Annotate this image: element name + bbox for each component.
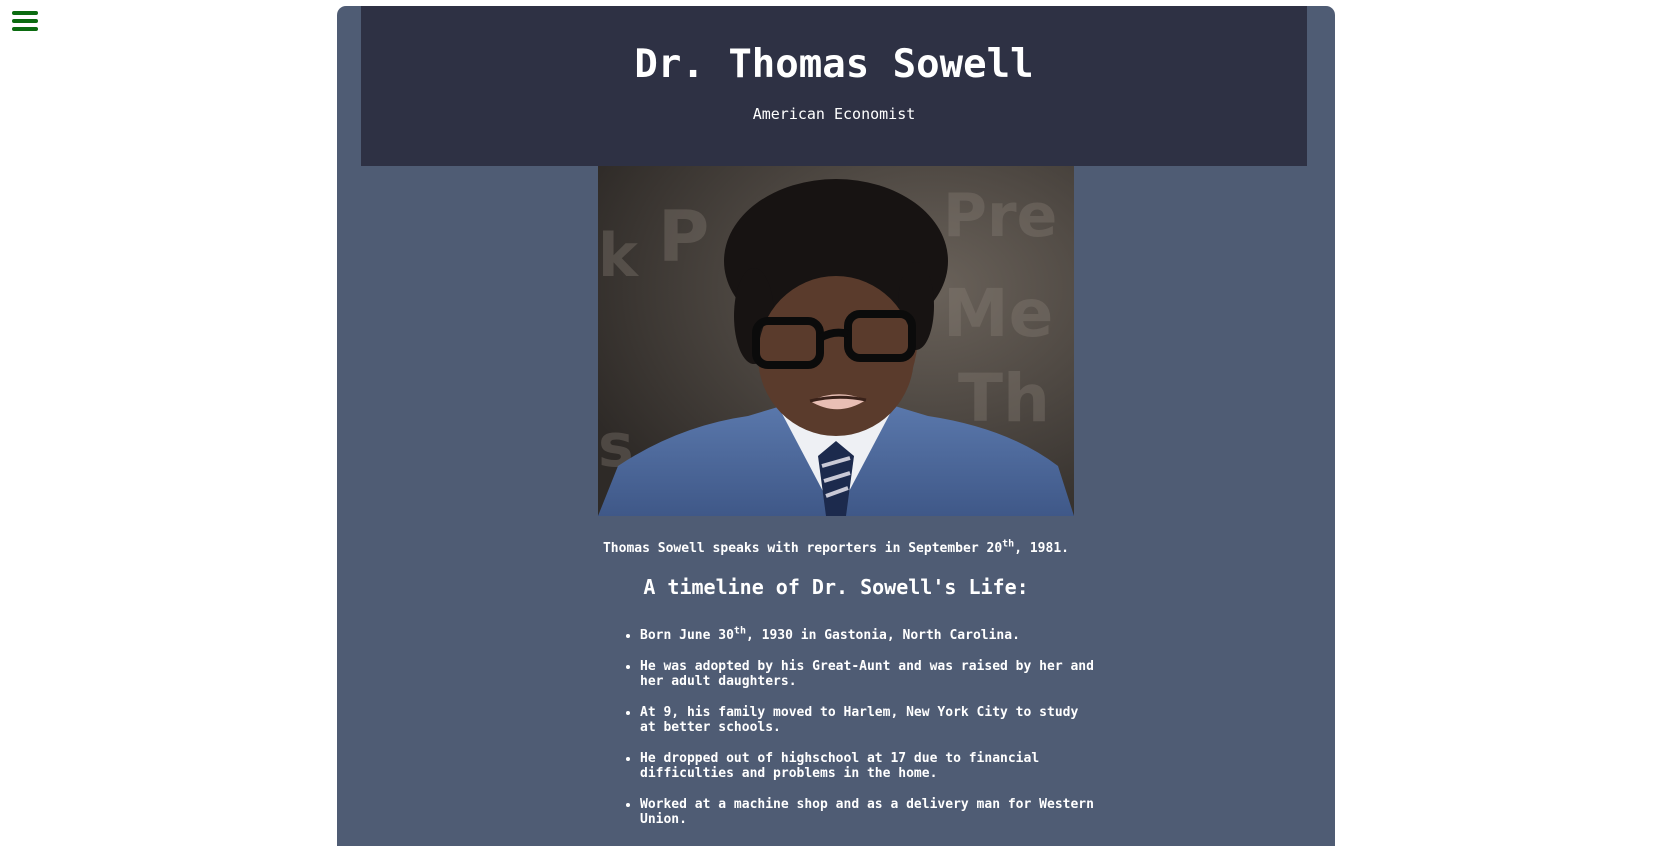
timeline-item: At 9, his family moved to Harlem, New Yo… (640, 705, 1100, 735)
timeline-item: He was adopted by his Great-Aunt and was… (640, 659, 1100, 689)
timeline-item: He dropped out of highschool at 17 due t… (640, 751, 1100, 781)
svg-text:Pre: Pre (943, 181, 1057, 251)
timeline-heading: A timeline of Dr. Sowell's Life: (643, 575, 1029, 599)
photo-caption: Thomas Sowell speaks with reporters in S… (337, 539, 1335, 559)
svg-text:P: P (658, 196, 709, 278)
caption-ordinal: th (1002, 538, 1015, 550)
svg-text:Me: Me (943, 275, 1053, 352)
hamburger-menu-icon[interactable] (12, 9, 38, 33)
svg-text:k: k (598, 221, 640, 291)
page-title: Dr. Thomas Sowell (634, 42, 1034, 87)
caption-date-suffix: , 1981. (1014, 541, 1069, 556)
portrait-illustration: P Pre Me Th k s (598, 166, 1074, 516)
menu-bar (12, 11, 38, 15)
timeline-item: Worked at a machine shop and as a delive… (640, 797, 1100, 827)
timeline-list: Born June 30th, 1930 in Gastonia, North … (619, 625, 1100, 843)
page-subtitle: American Economist (752, 105, 916, 123)
portrait-image: P Pre Me Th k s (598, 166, 1074, 516)
page-header: Dr. Thomas Sowell American Economist (361, 6, 1307, 166)
menu-bar (12, 19, 38, 23)
menu-bar (12, 27, 38, 31)
timeline-item-text: , 1930 in Gastonia, North Carolina. (745, 628, 1020, 643)
timeline-item-ordinal: th (733, 625, 746, 637)
timeline-item: Born June 30th, 1930 in Gastonia, North … (640, 625, 1100, 643)
timeline-item-text: Born June 30 (640, 628, 734, 643)
main-container: Dr. Thomas Sowell American Economist P P… (337, 6, 1335, 846)
caption-text: Thomas Sowell speaks with reporters in S… (602, 541, 1003, 556)
